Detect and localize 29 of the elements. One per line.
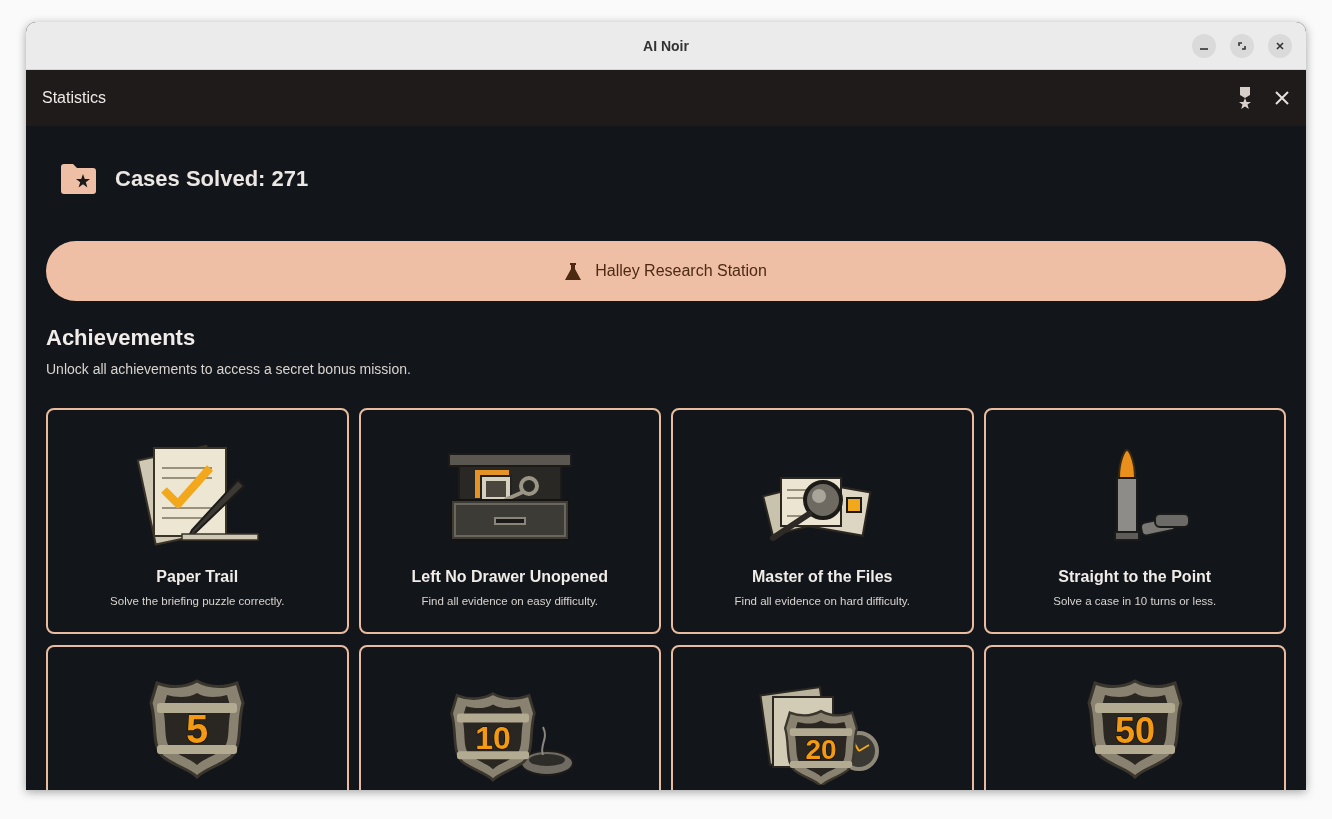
badge-number: 50 xyxy=(1114,710,1155,751)
minimize-icon xyxy=(1200,48,1208,50)
achievement-description: Solve a case in 10 turns or less. xyxy=(1052,595,1218,607)
achievement-description: Find all evidence on hard difficulty. xyxy=(733,595,911,607)
flask-icon xyxy=(565,262,582,280)
location-button[interactable]: Halley Research Station xyxy=(46,241,1286,301)
cases-solved-count: Cases Solved: 271 xyxy=(115,166,309,192)
medal-button[interactable] xyxy=(1238,87,1252,109)
section-heading: Achievements xyxy=(46,325,197,351)
maximize-button[interactable] xyxy=(1230,34,1254,58)
section-description: Unlock all achievements to access a secret bonus mission. xyxy=(46,361,412,377)
close-icon xyxy=(1275,41,1285,51)
maximize-icon xyxy=(1237,41,1247,51)
achievement-title: Master of the Files xyxy=(751,568,894,586)
badge-number: 10 xyxy=(474,720,511,756)
achievement-title: Left No Drawer Unopened xyxy=(410,568,609,586)
folder-star-icon xyxy=(59,163,97,195)
close-button[interactable] xyxy=(1268,34,1292,58)
minimize-button[interactable] xyxy=(1192,34,1216,58)
achievement-title: Paper Trail xyxy=(155,568,240,586)
page-title: Statistics xyxy=(42,89,107,107)
achievement-description: Solve the briefing puzzle correctly. xyxy=(109,595,286,607)
badge-number: 20 xyxy=(805,734,837,765)
achievement-description: Find all evidence on easy difficulty. xyxy=(420,595,600,607)
medal-icon xyxy=(1238,87,1252,109)
achievement-title: Straight to the Point xyxy=(1057,568,1213,586)
close-icon[interactable] xyxy=(1274,90,1290,106)
badge-number: 5 xyxy=(186,707,209,751)
window-title: AI Noir xyxy=(643,37,689,54)
